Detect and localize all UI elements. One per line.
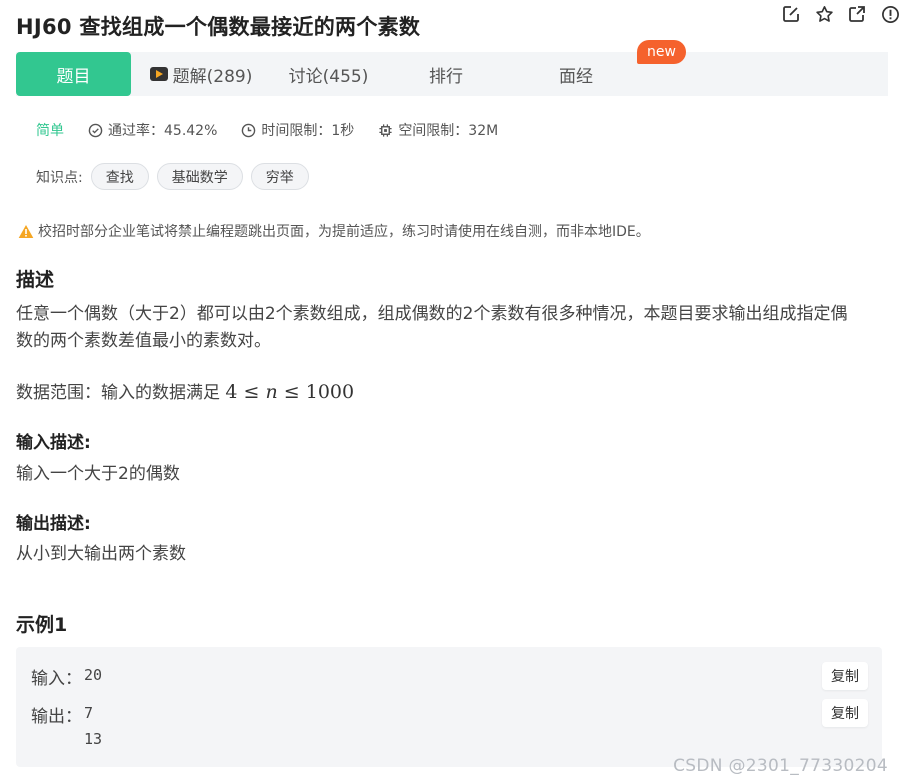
tab-problem[interactable]: 题目 [16,52,131,96]
range-high: 1000 [305,381,355,403]
example-output-line-1: 7 [84,704,94,722]
tab-bar: 题目 题解(289) 讨论(455) 排行 面经 [16,52,888,96]
description-line-1: 任意一个偶数（大于2）都可以由2个素数组成，组成偶数的2个素数有很多种情况，本题… [16,304,848,324]
example-box: 输入： 20 复制 输出： 7 13 复制 [16,647,882,767]
example-output-value: 7 13 [84,700,102,752]
memory-limit-text: 空间限制：32M [398,123,499,139]
warning-notice: 校招时部分企业笔试将禁止编程题跳出页面，为提前适应，练习时请使用在线自测，而非本… [18,221,650,241]
range-low: 4 [225,381,238,403]
memory-limit: 空间限制：32M [378,120,498,140]
example-heading: 示例1 [16,614,68,636]
title-actions [781,4,900,24]
edit-icon[interactable] [781,4,801,24]
title-row: HJ60 查找组成一个偶数最接近的两个素数 [16,10,904,42]
example-output-label: 输出： [31,707,82,727]
copy-output-button[interactable]: 复制 [822,699,868,727]
time-limit-text: 时间限制：1秒 [261,123,355,139]
description-line-2: 数的两个素数差值最小的素数对。 [16,331,271,351]
tab-solutions[interactable]: 题解(289) [131,52,271,96]
tag-enumeration[interactable]: 穷举 [250,163,309,190]
output-desc-heading: 输出描述: [16,514,91,534]
time-limit: 时间限制：1秒 [241,120,354,140]
watermark: CSDN @2301_77330204 [673,756,888,776]
range-var: n [265,381,278,403]
data-range-label: 数据范围：输入的数据满足 [16,383,220,403]
range-formula: 4 ≤ n ≤ 1000 [225,381,355,403]
pass-rate: 通过率：45.42% [88,120,217,140]
warning-text: 校招时部分企业笔试将禁止编程题跳出页面，为提前适应，练习时请使用在线自测，而非本… [38,224,650,240]
clock-icon [242,123,256,137]
tag-search[interactable]: 查找 [90,163,149,190]
tags-label: 知识点: [36,169,83,186]
copy-input-button[interactable]: 复制 [822,662,868,690]
input-desc-heading: 输入描述: [16,433,91,453]
chip-icon [379,123,392,137]
problem-meta: 简单 通过率：45.42% 时间限制：1秒 空间限制：32M [36,120,522,140]
input-desc-text: 输入一个大于2的偶数 [16,464,180,484]
tab-interview[interactable]: 面经 [511,52,641,96]
example-input-label: 输入： [31,669,82,689]
tag-basic-math[interactable]: 基础数学 [156,163,243,190]
example-input-value: 20 [84,666,103,684]
new-badge: new [637,40,686,64]
tab-discussion[interactable]: 讨论(455) [276,52,381,96]
report-icon[interactable] [880,4,900,24]
tab-solutions-label: 题解(289) [172,66,253,87]
star-icon[interactable] [814,4,834,24]
knowledge-tags: 知识点: 查找 基础数学 穷举 [36,163,309,190]
video-icon [149,67,168,81]
output-desc-text: 从小到大输出两个素数 [16,544,186,564]
example-output-line-2: 13 [84,730,103,748]
description-heading: 描述 [16,269,55,291]
pass-rate-text: 通过率：45.42% [108,123,218,139]
check-circle-icon [88,123,103,137]
share-icon[interactable] [847,4,867,24]
data-range: 数据范围：输入的数据满足 4 ≤ n ≤ 1000 [16,379,354,407]
warning-icon [18,224,34,238]
difficulty-badge: 简单 [36,123,64,139]
page-title: HJ60 查找组成一个偶数最接近的两个素数 [16,15,421,39]
tab-ranking[interactable]: 排行 [381,52,511,96]
